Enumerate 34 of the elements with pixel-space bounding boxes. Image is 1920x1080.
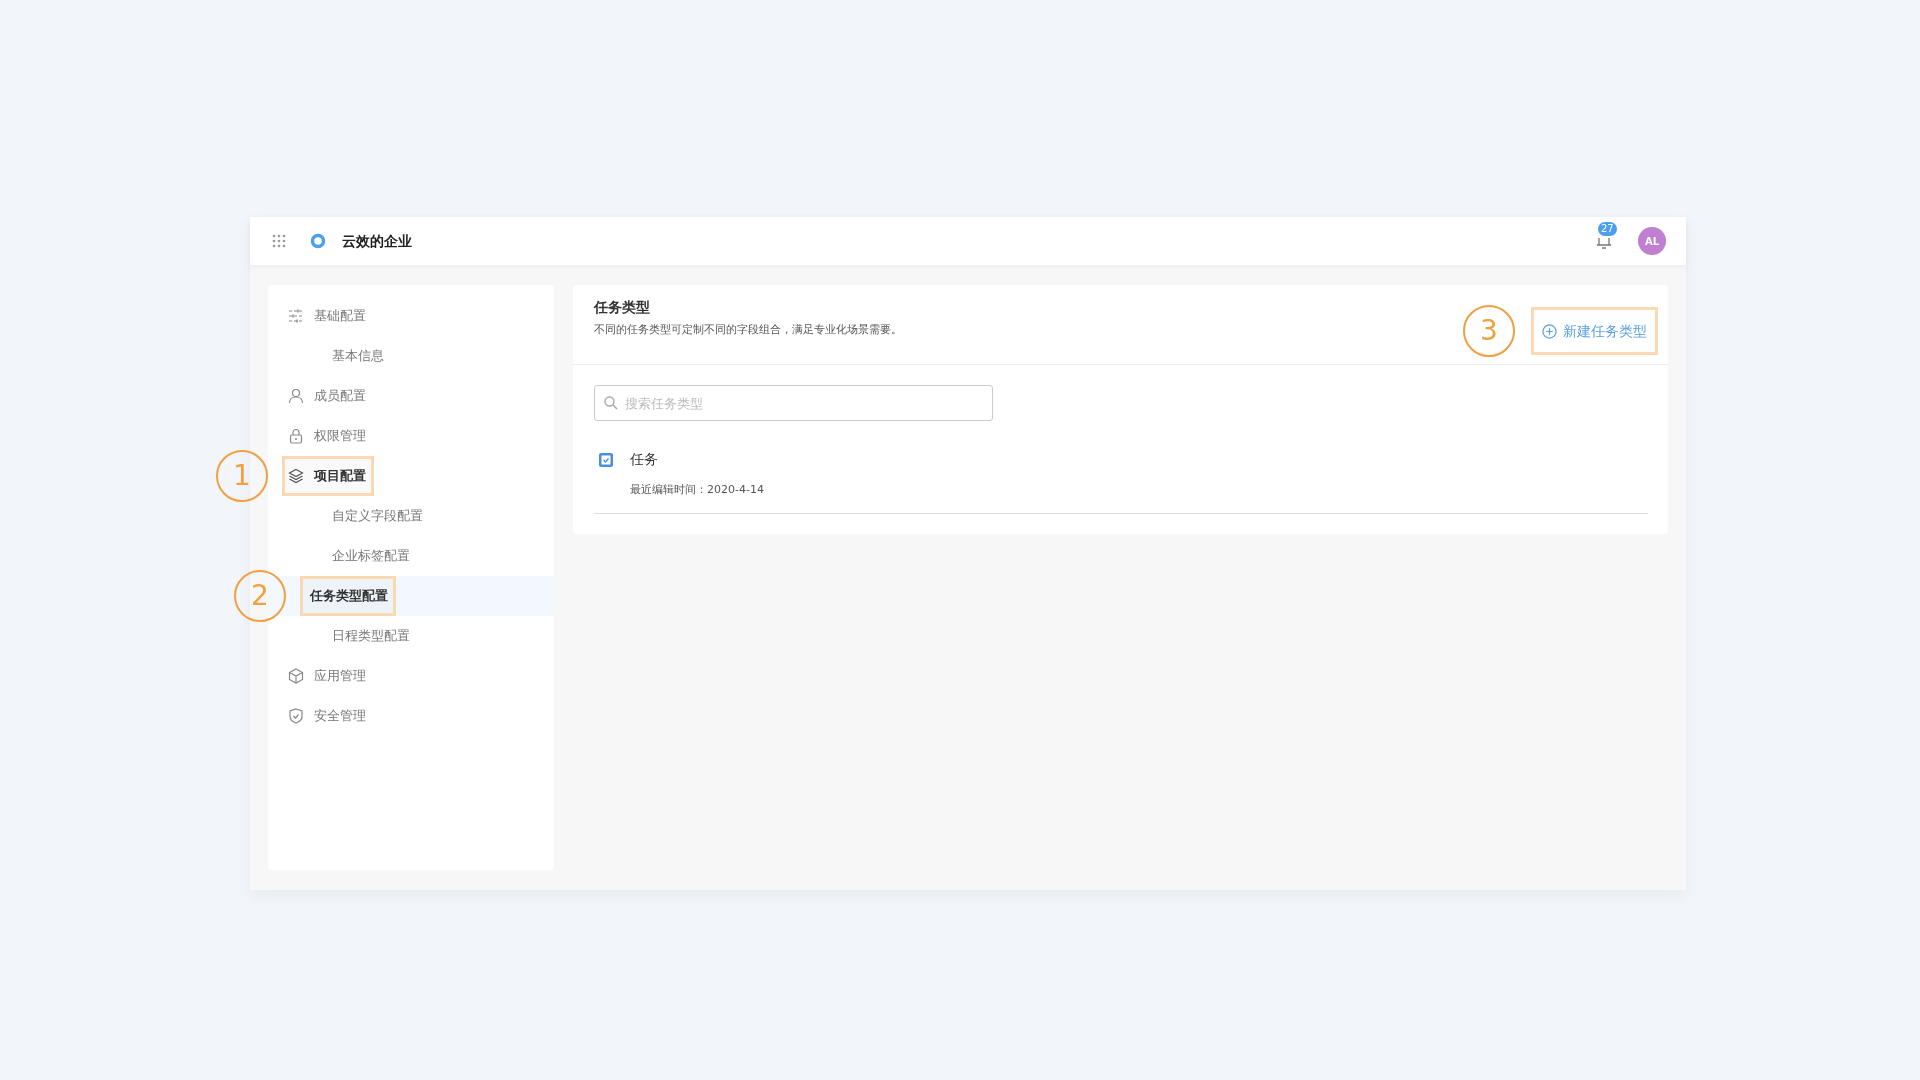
callout-number: 2 bbox=[234, 570, 286, 622]
last-edited-time: 最近编辑时间：2020-4-14 bbox=[630, 482, 765, 498]
sidebar-item[interactable]: 企业标签配置 bbox=[300, 536, 418, 576]
panel-title: 任务类型 bbox=[594, 298, 651, 317]
sidebar-item[interactable]: 应用管理 bbox=[282, 656, 374, 696]
layers-icon bbox=[288, 468, 304, 484]
sidebar-item[interactable]: 项目配置 bbox=[282, 456, 374, 496]
person-icon bbox=[288, 388, 304, 404]
sidebar-item[interactable]: 安全管理 bbox=[282, 696, 374, 736]
new-task-type-button[interactable]: 新建任务类型 bbox=[1531, 307, 1658, 355]
sidebar-item[interactable]: 基础配置 bbox=[282, 296, 374, 336]
checkbox-task-icon bbox=[598, 451, 614, 468]
sidebar-item[interactable]: 权限管理 bbox=[282, 416, 374, 456]
shield-icon bbox=[288, 708, 304, 724]
sidebar-item[interactable]: 成员配置 bbox=[282, 376, 374, 416]
bell-icon[interactable] bbox=[1597, 237, 1611, 249]
callout-number: 3 bbox=[1463, 305, 1515, 357]
cube-icon bbox=[288, 668, 304, 684]
organization-name: 云效的企业 bbox=[342, 231, 412, 251]
sidebar-item[interactable]: 自定义字段配置 bbox=[300, 496, 431, 536]
sliders-icon bbox=[288, 308, 304, 324]
plus-circle-icon bbox=[1542, 323, 1557, 339]
task-type-name[interactable]: 任务 bbox=[630, 449, 658, 470]
sidebar-item[interactable]: 基本信息 bbox=[300, 336, 392, 376]
search-field[interactable]: 搜索任务类型 bbox=[594, 385, 993, 421]
panel-description: 不同的任务类型可定制不同的字段组合，满足专业化场景需要。 bbox=[594, 322, 902, 338]
apps-grid-icon[interactable] bbox=[272, 234, 286, 248]
sidebar-item[interactable]: 日程类型配置 bbox=[300, 616, 418, 656]
lock-icon bbox=[288, 428, 304, 444]
notification-count: 27 bbox=[1598, 222, 1617, 236]
logo-icon bbox=[310, 233, 326, 249]
user-avatar[interactable]: AL bbox=[1638, 227, 1666, 255]
callout-number: 1 bbox=[216, 450, 268, 502]
sidebar-item[interactable]: 任务类型配置 bbox=[300, 576, 396, 616]
